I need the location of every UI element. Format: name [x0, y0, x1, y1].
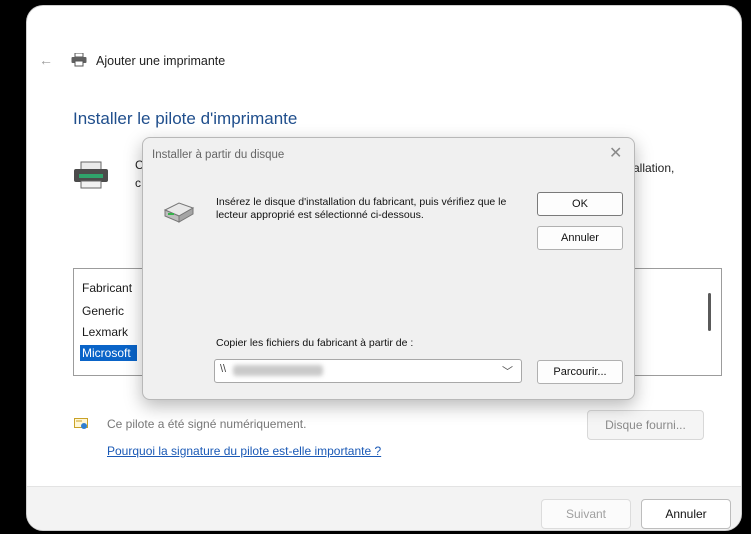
have-disk-button[interactable]: Disque fourni... — [587, 410, 704, 440]
list-item-selected[interactable]: Microsoft — [80, 345, 137, 361]
certificate-icon — [74, 418, 88, 429]
browse-button[interactable]: Parcourir... — [537, 360, 623, 384]
ok-button[interactable]: OK — [537, 192, 623, 216]
window-title: Ajouter une imprimante — [96, 54, 226, 68]
disk-drive-icon — [163, 202, 195, 223]
copy-from-label: Copier les fichiers du fabricant à parti… — [216, 337, 414, 349]
back-arrow-icon[interactable]: ← — [39, 52, 53, 68]
printer-large-icon — [74, 161, 108, 189]
redacted-path — [233, 365, 323, 376]
list-item[interactable]: Generic — [82, 303, 130, 319]
signature-importance-link[interactable]: Pourquoi la signature du pilote est-elle… — [107, 444, 381, 458]
signed-driver-text: Ce pilote a été signé numériquement. — [107, 417, 307, 431]
install-from-disk-dialog: Installer à partir du disque ✕ Insérez l… — [142, 137, 635, 400]
wizard-footer — [27, 486, 741, 530]
close-icon[interactable]: ✕ — [609, 143, 622, 163]
source-path-value: \\ — [220, 363, 227, 375]
list-item[interactable]: Lexmark — [82, 324, 134, 340]
dialog-instruction: Insérez le disque d'installation du fabr… — [216, 196, 507, 221]
source-path-combobox[interactable]: \\ ﹀ — [214, 359, 522, 383]
next-button[interactable]: Suivant — [541, 499, 631, 529]
dialog-title: Installer à partir du disque — [152, 149, 285, 161]
chevron-down-icon[interactable]: ﹀ — [502, 363, 513, 379]
description-partial-right: allation, — [633, 161, 675, 175]
printer-icon — [71, 53, 87, 67]
cancel-button[interactable]: Annuler — [641, 499, 731, 529]
dialog-cancel-button[interactable]: Annuler — [537, 226, 623, 250]
manufacturer-list-header: Fabricant — [82, 281, 133, 295]
page-heading: Installer le pilote d'imprimante — [73, 109, 298, 128]
scrollbar-thumb[interactable] — [708, 293, 711, 331]
